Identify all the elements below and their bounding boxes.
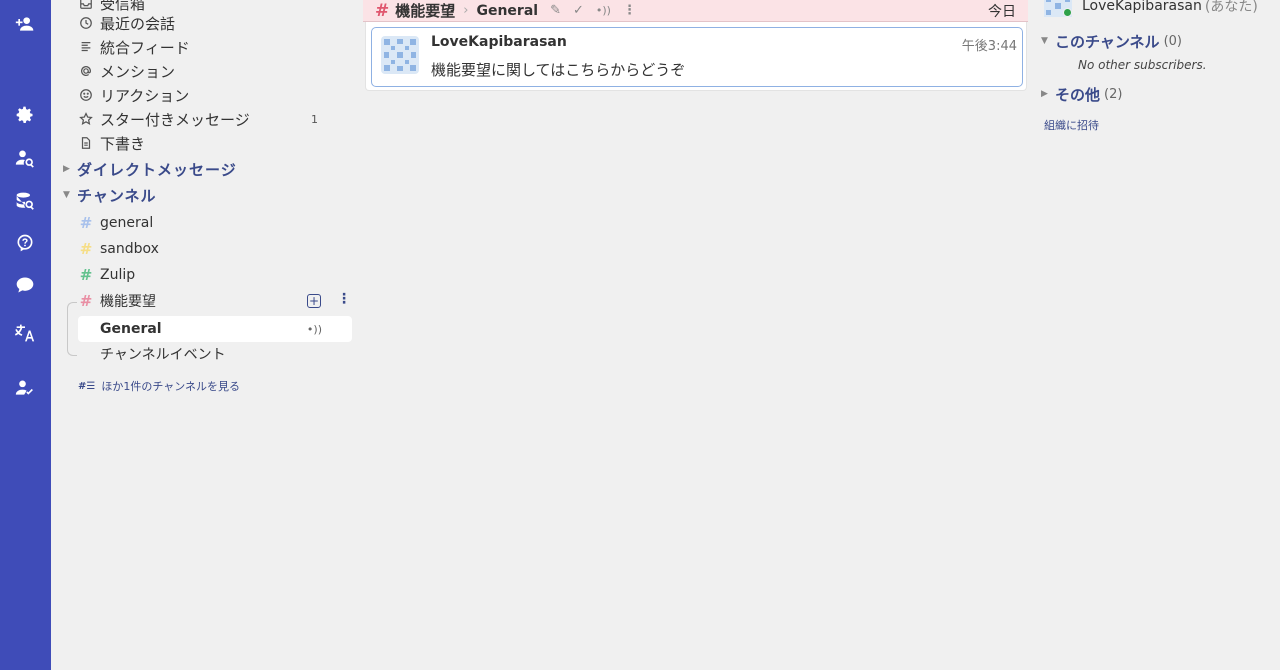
pencil-icon[interactable]: ✎ [550, 3, 561, 18]
avatar[interactable] [381, 36, 419, 74]
topic-name: チャンネルイベント [100, 347, 226, 363]
more-options-icon[interactable]: ⋮ [623, 3, 636, 18]
more-channels-label: ほか1件のチャンネルを見る [101, 380, 241, 393]
channel-sandbox[interactable]: # sandbox [78, 238, 159, 260]
channel-general[interactable]: # general [78, 212, 154, 234]
help-icon[interactable] [13, 231, 37, 255]
nav-label: 最近の会話 [100, 14, 176, 33]
caret-down-icon: ▼ [1041, 36, 1048, 46]
topic-general[interactable]: General •)) [78, 316, 352, 342]
this-channel-header[interactable]: ▼ このチャンネル (0) [1041, 30, 1182, 52]
smile-icon [78, 87, 94, 103]
message-group: LoveKapibarasan 午後3:44 機能要望に関してはこちらからどうぞ [365, 22, 1027, 91]
topic-channel-events[interactable]: チャンネルイベント [78, 341, 352, 367]
starred-count: 1 [311, 113, 318, 126]
follow-icon[interactable]: •)) [596, 4, 611, 17]
star-icon [78, 111, 94, 127]
caret-down-icon: ▼ [63, 190, 71, 200]
online-status-icon [1063, 8, 1072, 17]
more-options-icon[interactable]: ⋮ [337, 292, 351, 306]
translate-icon[interactable] [13, 321, 37, 345]
right-sidebar: LoveKapibarasan (あなた) ▼ このチャンネル (0) No o… [1030, 0, 1280, 670]
avatar [1044, 0, 1072, 17]
database-search-icon[interactable] [13, 189, 37, 213]
dm-section-header[interactable]: ▶ ダイレクトメッセージ [63, 158, 237, 180]
nav-label: メンション [100, 62, 176, 81]
draft-icon [78, 135, 94, 151]
more-channels-link[interactable]: #☰ ほか1件のチャンネルを見る [78, 377, 240, 395]
this-channel-count: (0) [1163, 33, 1182, 49]
message-content: 機能要望に関してはこちらからどうぞ [431, 61, 686, 79]
others-label: その他 [1055, 85, 1101, 104]
check-icon[interactable]: ✓ [573, 3, 584, 18]
left-rail [0, 0, 51, 670]
channel-name: 機能要望 [100, 294, 156, 310]
nav-label: リアクション [100, 86, 190, 105]
no-subscribers-text: No other subscribers. [1078, 58, 1207, 72]
others-count: (2) [1104, 86, 1123, 102]
message-time[interactable]: 午後3:44 [962, 35, 1017, 54]
current-user-name: LoveKapibarasan [1082, 0, 1202, 14]
hash-icon: # [79, 266, 93, 284]
nav-label: スター付きメッセージ [100, 110, 250, 129]
feed-icon [78, 39, 94, 55]
channels-header-label: チャンネル [77, 186, 157, 205]
message-header: # 機能要望 › General ✎ ✓ •)) ⋮ 今日 [363, 0, 1028, 22]
chat-bubble-icon[interactable] [13, 273, 37, 297]
invite-link[interactable]: 組織に招待 [1044, 117, 1099, 133]
current-user-row[interactable]: LoveKapibarasan (あなた) [1044, 0, 1258, 17]
nav-recent-conversations[interactable]: 最近の会話 [78, 12, 175, 34]
nav-drafts[interactable]: 下書き [78, 132, 145, 154]
user-check-icon[interactable] [13, 376, 37, 400]
gear-icon[interactable] [13, 103, 37, 127]
nav-combined-feed[interactable]: 統合フィード [78, 36, 190, 58]
nav-label: 下書き [100, 134, 146, 153]
hash-icon: # [79, 292, 93, 310]
channel-list-icon: #☰ [78, 380, 96, 392]
follow-icon[interactable]: •)) [307, 323, 322, 336]
topic-name: General [100, 321, 162, 337]
left-sidebar: 受信箱 最近の会話 統合フィード メンション リアクション スター付きメッセージ… [51, 0, 361, 670]
message-row[interactable]: LoveKapibarasan 午後3:44 機能要望に関してはこちらからどうぞ [371, 27, 1023, 87]
clock-icon [78, 15, 94, 31]
chevron-right-icon: › [463, 3, 469, 18]
hash-icon: # [375, 0, 390, 21]
new-topic-icon[interactable]: + [307, 294, 321, 308]
channels-section-header[interactable]: ▼ チャンネル [63, 184, 157, 206]
header-topic-name[interactable]: General [476, 3, 538, 19]
dm-header-label: ダイレクトメッセージ [77, 160, 237, 179]
hash-icon: # [79, 240, 93, 258]
current-user-suffix: (あなた) [1204, 0, 1258, 15]
message-sender[interactable]: LoveKapibarasan [431, 34, 567, 50]
nav-mentions[interactable]: メンション [78, 60, 175, 82]
caret-right-icon: ▶ [1041, 89, 1048, 99]
add-user-icon[interactable] [13, 12, 37, 36]
others-header[interactable]: ▶ その他 (2) [1041, 83, 1122, 105]
nav-label: 統合フィード [100, 38, 190, 57]
channel-feature-requests[interactable]: # 機能要望 [78, 290, 156, 312]
user-search-icon[interactable] [13, 146, 37, 170]
hash-icon: # [79, 214, 93, 232]
inbox-icon [78, 0, 94, 11]
this-channel-label: このチャンネル [1055, 32, 1160, 51]
channel-zulip[interactable]: # Zulip [78, 264, 135, 286]
caret-right-icon: ▶ [63, 164, 71, 174]
channel-name: Zulip [100, 267, 136, 283]
channel-name: general [100, 215, 154, 231]
date-label: 今日 [988, 3, 1016, 20]
nav-starred-messages[interactable]: スター付きメッセージ [78, 108, 250, 130]
header-stream-name[interactable]: 機能要望 [395, 0, 455, 21]
at-icon [78, 63, 94, 79]
topic-tree-line [67, 302, 77, 356]
channel-name: sandbox [100, 241, 159, 257]
nav-reactions[interactable]: リアクション [78, 84, 189, 106]
